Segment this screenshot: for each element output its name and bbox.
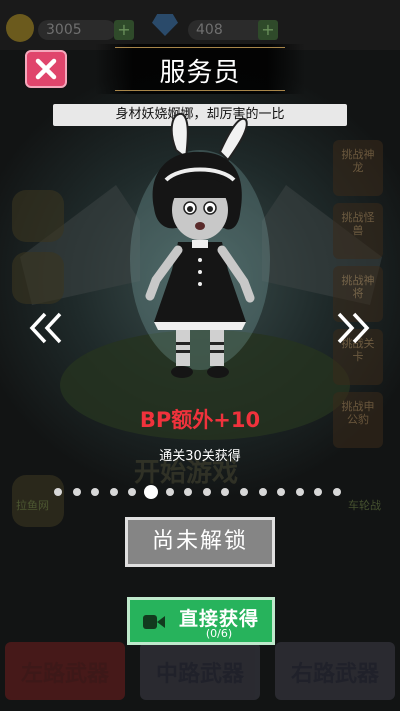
page-dot (277, 488, 286, 496)
bg-left-item (12, 252, 64, 304)
page-dot (221, 488, 230, 496)
gem-icon (152, 14, 178, 36)
locked-status-button: 尚未解锁 (125, 517, 275, 567)
page-dot (258, 488, 267, 496)
page-dot (109, 488, 118, 496)
page-dot (128, 488, 137, 496)
prev-character-button[interactable] (27, 311, 67, 345)
page-dot (144, 485, 158, 499)
close-button[interactable] (25, 50, 67, 88)
coins-value: 3005 (38, 20, 116, 40)
add-gems-icon: + (258, 20, 278, 40)
chevron-left-icon (29, 312, 62, 344)
chevron-right-icon (337, 312, 370, 344)
bg-weapon-center-button: 中路武器 (140, 642, 260, 700)
bg-weapon-right-button: 右路武器 (275, 642, 395, 700)
page-dot (333, 488, 341, 496)
direct-obtain-button[interactable]: 直接获得 (0/6) (127, 597, 275, 645)
direct-obtain-progress: (0/6) (205, 627, 233, 640)
bg-label-left: 拉鱼网 (16, 499, 49, 512)
character-illustration (130, 112, 270, 378)
page-dot (202, 488, 211, 496)
page-dot (54, 488, 62, 496)
close-icon (35, 58, 57, 80)
bg-left-item (12, 190, 64, 242)
video-camera-icon (143, 615, 165, 629)
reward-text: BP额外+10 (139, 408, 261, 432)
page-dot (91, 488, 100, 496)
coin-icon (6, 14, 34, 42)
page-dot (72, 488, 81, 496)
add-coins-icon: + (114, 20, 134, 40)
bg-weapon-left-button: 左路武器 (5, 642, 125, 700)
page-dot (184, 488, 193, 496)
unlock-condition: 通关30关获得 (159, 449, 241, 464)
page-dot (314, 488, 323, 496)
bg-label-right: 车轮战 (348, 499, 381, 512)
page-indicator (50, 485, 350, 499)
title-bar: 服务员 (95, 44, 305, 94)
dialog-title: 服务员 (159, 58, 241, 88)
page-dot (295, 488, 304, 496)
page-dot (240, 488, 248, 496)
bg-side-card: 挑战怪兽 (333, 203, 383, 259)
page-dot (165, 488, 174, 496)
resource-bar: 3005 + 408 + (0, 0, 400, 50)
bg-side-card: 挑战神龙 (333, 140, 383, 196)
next-character-button[interactable] (332, 311, 372, 345)
